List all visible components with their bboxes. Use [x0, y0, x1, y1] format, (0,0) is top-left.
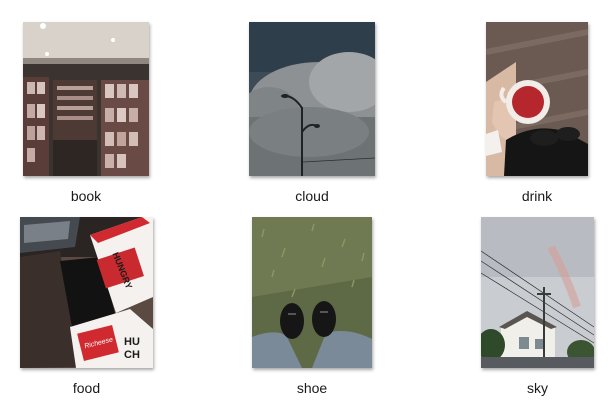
- svg-text:HU: HU: [124, 336, 140, 348]
- bookstore-photo-thumbnail-icon: [23, 22, 149, 176]
- file-name-sky: sky: [527, 380, 548, 396]
- file-item-drink[interactable]: drink: [486, 22, 588, 208]
- red-drink-cup-photo-thumbnail-icon: [486, 22, 588, 176]
- file-name-cloud: cloud: [295, 188, 329, 204]
- file-name-shoe: shoe: [296, 380, 328, 396]
- file-name-food: food: [72, 380, 101, 396]
- file-item-food[interactable]: HUNGRY Richeese HU CH food: [20, 217, 153, 400]
- file-item-book[interactable]: book: [23, 22, 149, 208]
- file-name-drink: drink: [521, 188, 553, 204]
- file-item-cloud[interactable]: cloud: [249, 22, 375, 208]
- svg-text:CH: CH: [124, 349, 140, 361]
- shoes-on-grass-photo-thumbnail-icon: [252, 217, 372, 368]
- sky-rainbow-photo-thumbnail-icon: [481, 217, 594, 368]
- snack-boxes-photo-thumbnail-icon: HUNGRY Richeese HU CH: [20, 217, 153, 368]
- file-item-shoe[interactable]: shoe: [252, 217, 372, 400]
- cloud-streetlamp-photo-thumbnail-icon: [249, 22, 375, 176]
- file-name-book: book: [70, 188, 102, 204]
- file-item-sky[interactable]: sky: [481, 217, 594, 400]
